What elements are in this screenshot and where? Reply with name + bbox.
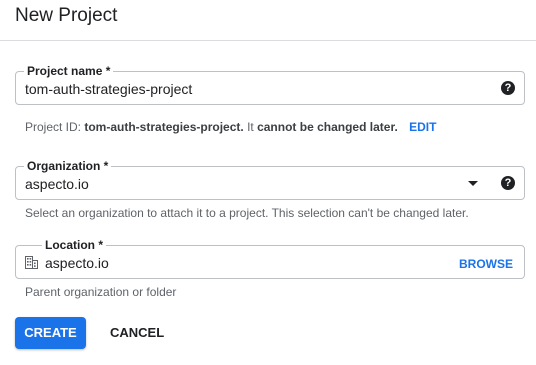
organization-label: Organization * <box>24 159 112 173</box>
project-id-emphasis: cannot be changed later. <box>257 120 398 134</box>
project-name-label: Project name * <box>24 64 114 78</box>
project-name-value[interactable]: tom-auth-strategies-project <box>25 81 192 97</box>
location-hint: Parent organization or folder <box>25 285 177 299</box>
project-id-hint: Project ID: tom-auth-strategies-project.… <box>25 120 436 134</box>
page-title: New Project <box>15 5 118 26</box>
location-value: aspecto.io <box>45 255 109 271</box>
location-field[interactable]: Location * aspecto.io BROWSE <box>15 238 525 279</box>
organization-hint: Select an organization to attach it to a… <box>25 206 469 220</box>
dropdown-arrow-icon[interactable] <box>468 181 478 186</box>
new-project-dialog: New Project Project name * tom-auth-stra… <box>0 0 536 365</box>
project-id-middle: It <box>247 120 254 134</box>
edit-project-id-link[interactable]: EDIT <box>409 120 436 134</box>
dialog-header: New Project <box>0 0 536 41</box>
project-id-value: tom-auth-strategies-project. <box>84 120 244 134</box>
cancel-button[interactable]: CANCEL <box>110 326 164 340</box>
organization-value[interactable]: aspecto.io <box>25 176 89 192</box>
organization-select[interactable]: Organization * aspecto.io ? <box>15 159 525 200</box>
location-label: Location * <box>42 238 107 252</box>
create-button[interactable]: CREATE <box>15 317 86 349</box>
project-id-prefix: Project ID: <box>25 120 82 134</box>
help-icon[interactable]: ? <box>501 81 515 95</box>
project-name-field[interactable]: Project name * tom-auth-strategies-proje… <box>15 64 525 105</box>
browse-button[interactable]: BROWSE <box>459 256 513 272</box>
building-icon <box>25 256 38 269</box>
help-icon[interactable]: ? <box>501 176 515 190</box>
